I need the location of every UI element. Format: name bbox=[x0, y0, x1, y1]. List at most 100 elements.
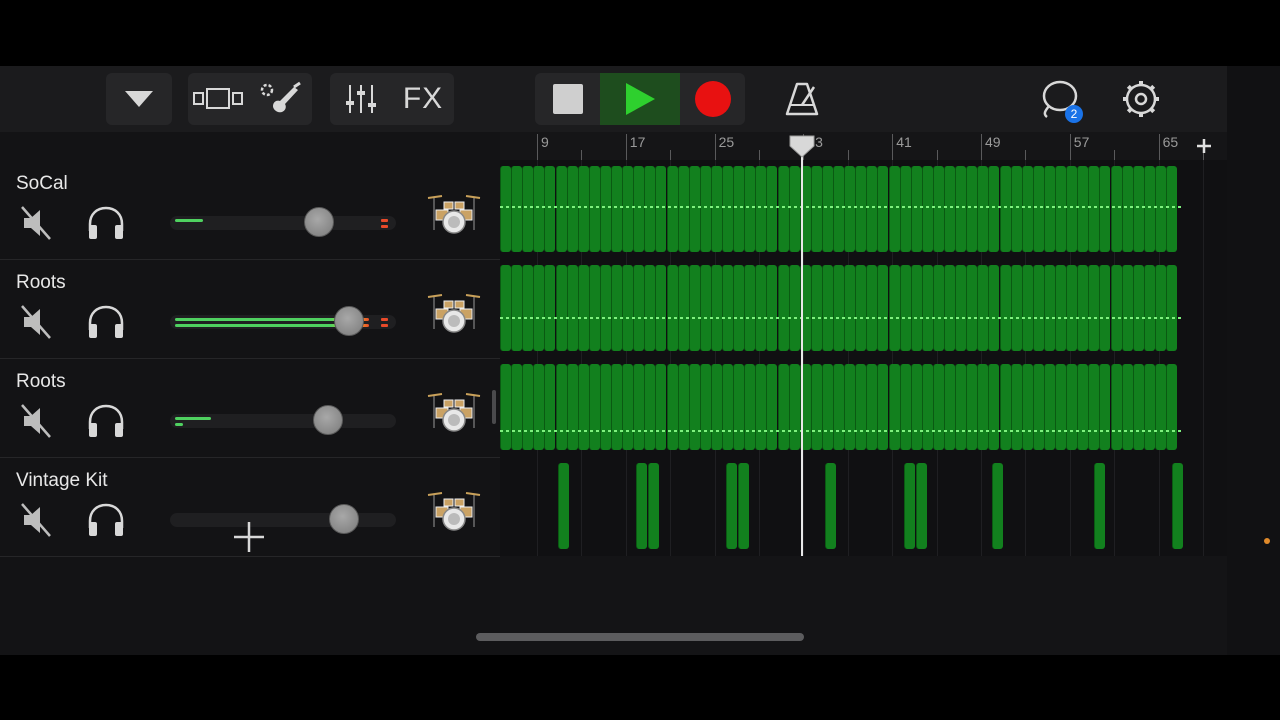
drummer-region[interactable] bbox=[932, 364, 944, 450]
track-header[interactable]: SoCal bbox=[0, 160, 500, 260]
drummer-region[interactable] bbox=[588, 265, 600, 351]
track-header[interactable]: Roots bbox=[0, 259, 500, 359]
horizontal-scrollbar[interactable] bbox=[476, 633, 804, 641]
drummer-region[interactable] bbox=[1043, 364, 1055, 450]
drummer-region[interactable] bbox=[1077, 166, 1089, 252]
drummer-region[interactable] bbox=[844, 265, 856, 351]
drummer-region[interactable] bbox=[810, 364, 822, 450]
drummer-region[interactable] bbox=[1055, 364, 1066, 450]
drummer-region[interactable] bbox=[1043, 166, 1055, 252]
drummer-region[interactable] bbox=[533, 166, 545, 252]
drummer-region[interactable] bbox=[688, 166, 700, 252]
drummer-region[interactable] bbox=[1132, 166, 1144, 252]
drummer-region[interactable] bbox=[844, 364, 856, 450]
drummer-region[interactable] bbox=[999, 265, 1011, 351]
drummer-region[interactable] bbox=[611, 166, 622, 252]
drummer-region[interactable] bbox=[710, 364, 722, 450]
drummer-region[interactable] bbox=[1021, 265, 1033, 351]
drummer-region[interactable] bbox=[888, 166, 900, 252]
drummer-region[interactable] bbox=[866, 265, 878, 351]
my-songs-button[interactable] bbox=[106, 73, 172, 125]
drummer-region[interactable] bbox=[1154, 364, 1166, 450]
drummer-region[interactable] bbox=[1077, 364, 1089, 450]
drummer-region[interactable] bbox=[666, 166, 678, 252]
drummer-region[interactable] bbox=[1066, 166, 1078, 252]
drummer-region[interactable] bbox=[825, 463, 836, 549]
drummer-region[interactable] bbox=[821, 166, 833, 252]
smart-controls-button[interactable] bbox=[250, 73, 312, 125]
drummer-region[interactable] bbox=[1088, 265, 1100, 351]
drummer-region[interactable] bbox=[1021, 166, 1033, 252]
drummer-region[interactable] bbox=[899, 166, 911, 252]
drummer-region[interactable] bbox=[777, 265, 789, 351]
drummer-region[interactable] bbox=[666, 364, 678, 450]
drummer-region[interactable] bbox=[1110, 364, 1122, 450]
drummer-region[interactable] bbox=[888, 265, 900, 351]
drummer-region[interactable] bbox=[1066, 364, 1078, 450]
drummer-region[interactable] bbox=[833, 265, 844, 351]
drummer-region[interactable] bbox=[877, 265, 889, 351]
drummer-region[interactable] bbox=[1032, 166, 1044, 252]
drummer-region[interactable] bbox=[855, 265, 867, 351]
drummer-region[interactable] bbox=[904, 463, 915, 549]
drummer-region[interactable] bbox=[944, 166, 955, 252]
drummer-region[interactable] bbox=[1166, 364, 1177, 450]
drummer-region[interactable] bbox=[921, 166, 933, 252]
stop-button[interactable] bbox=[535, 73, 600, 125]
drummer-region[interactable] bbox=[988, 166, 1000, 252]
drummer-region[interactable] bbox=[555, 265, 567, 351]
track-header[interactable]: Roots bbox=[0, 358, 500, 458]
drummer-region[interactable] bbox=[544, 364, 556, 450]
drummer-region[interactable] bbox=[738, 463, 749, 549]
drummer-region[interactable] bbox=[511, 364, 523, 450]
drummer-region[interactable] bbox=[1010, 166, 1022, 252]
drummer-region[interactable] bbox=[755, 265, 767, 351]
drummer-region[interactable] bbox=[877, 166, 889, 252]
drummer-region[interactable] bbox=[722, 166, 733, 252]
drummer-region[interactable] bbox=[677, 265, 689, 351]
drummer-region[interactable] bbox=[500, 364, 511, 450]
drummer-region[interactable] bbox=[511, 166, 523, 252]
mute-button[interactable] bbox=[18, 205, 54, 241]
solo-button[interactable] bbox=[86, 304, 126, 340]
drummer-region[interactable] bbox=[1032, 265, 1044, 351]
drummer-region[interactable] bbox=[966, 364, 978, 450]
drummer-region[interactable] bbox=[555, 364, 567, 450]
drummer-region[interactable] bbox=[944, 265, 955, 351]
drummer-region[interactable] bbox=[821, 364, 833, 450]
drummer-region[interactable] bbox=[1010, 265, 1022, 351]
drummer-region[interactable] bbox=[588, 364, 600, 450]
mute-button[interactable] bbox=[18, 304, 54, 340]
drummer-region[interactable] bbox=[866, 364, 878, 450]
drummer-region[interactable] bbox=[866, 166, 878, 252]
drummer-region[interactable] bbox=[810, 166, 822, 252]
drummer-region[interactable] bbox=[622, 166, 634, 252]
drummer-region[interactable] bbox=[766, 364, 778, 450]
drummer-region[interactable] bbox=[644, 364, 656, 450]
track-instrument[interactable] bbox=[422, 485, 486, 533]
tracks-view-button[interactable] bbox=[188, 73, 250, 125]
drummer-region[interactable] bbox=[977, 265, 989, 351]
drummer-region[interactable] bbox=[977, 364, 989, 450]
drummer-region[interactable] bbox=[1143, 364, 1155, 450]
drummer-region[interactable] bbox=[655, 166, 667, 252]
drummer-region[interactable] bbox=[611, 364, 622, 450]
drummer-region[interactable] bbox=[1132, 265, 1144, 351]
drummer-region[interactable] bbox=[777, 166, 789, 252]
drummer-region[interactable] bbox=[844, 166, 856, 252]
drummer-region[interactable] bbox=[644, 265, 656, 351]
vertical-scrollbar[interactable] bbox=[492, 390, 496, 424]
metronome-button[interactable] bbox=[776, 73, 828, 125]
drummer-region[interactable] bbox=[810, 265, 822, 351]
drummer-region[interactable] bbox=[988, 265, 1000, 351]
drummer-region[interactable] bbox=[1099, 364, 1111, 450]
drummer-region[interactable] bbox=[1143, 166, 1155, 252]
add-section-button[interactable] bbox=[1194, 136, 1214, 156]
drummer-region[interactable] bbox=[1088, 166, 1100, 252]
drummer-region[interactable] bbox=[699, 364, 711, 450]
drummer-region[interactable] bbox=[988, 364, 1000, 450]
drummer-region[interactable] bbox=[588, 166, 600, 252]
drummer-region[interactable] bbox=[877, 364, 889, 450]
playhead-handle[interactable] bbox=[788, 134, 816, 158]
drummer-region[interactable] bbox=[788, 364, 800, 450]
